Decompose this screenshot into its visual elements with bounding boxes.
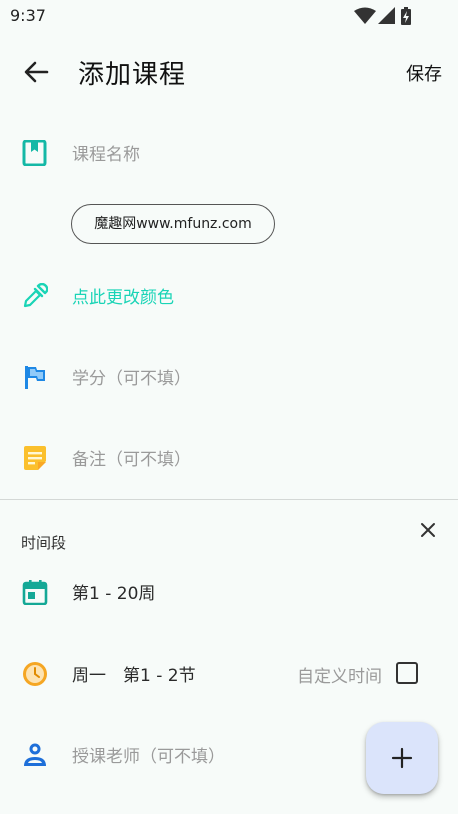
add-time-button[interactable] bbox=[366, 722, 438, 794]
save-button[interactable]: 保存 bbox=[406, 60, 442, 86]
clock-icon bbox=[23, 662, 47, 686]
custom-time-checkbox[interactable] bbox=[396, 662, 418, 684]
credit-placeholder: 学分（可不填） bbox=[72, 369, 191, 389]
eyedropper-icon bbox=[23, 283, 48, 308]
page-title: 添加课程 bbox=[78, 60, 187, 90]
status-time: 9:37 bbox=[10, 6, 46, 25]
note-field[interactable]: 备注（可不填） bbox=[0, 429, 458, 485]
app-bar: 添加课程 保存 bbox=[0, 40, 458, 104]
close-icon bbox=[421, 523, 435, 537]
wifi-icon bbox=[354, 7, 376, 24]
flag-icon bbox=[25, 366, 45, 389]
time-section-title: 时间段 bbox=[21, 534, 67, 552]
session-row[interactable]: 周一 第1 - 2节 bbox=[0, 645, 458, 701]
status-icons bbox=[354, 7, 424, 25]
calendar-icon bbox=[22, 580, 48, 605]
course-name-field[interactable]: 课程名称 bbox=[0, 124, 458, 180]
book-icon bbox=[22, 140, 47, 166]
arrow-back-icon bbox=[24, 61, 49, 83]
color-picker-label: 点此更改颜色 bbox=[72, 288, 174, 308]
weeks-label: 第1 - 20周 bbox=[72, 584, 156, 604]
sticky-note-icon bbox=[24, 446, 46, 470]
status-bar: 9:37 bbox=[0, 0, 458, 32]
back-button[interactable] bbox=[18, 54, 54, 90]
close-button[interactable] bbox=[418, 520, 438, 540]
note-placeholder: 备注（可不填） bbox=[72, 450, 191, 470]
weeks-row[interactable]: 第1 - 20周 bbox=[0, 563, 458, 619]
watermark-chip: 魔趣网www.mfunz.com bbox=[71, 204, 275, 244]
person-icon bbox=[24, 743, 46, 766]
cell-signal-icon bbox=[378, 7, 395, 24]
session-label: 周一 第1 - 2节 bbox=[72, 666, 196, 686]
battery-charging-icon bbox=[401, 7, 411, 25]
color-picker-row[interactable]: 点此更改颜色 bbox=[0, 267, 458, 323]
credit-field[interactable]: 学分（可不填） bbox=[0, 348, 458, 404]
plus-icon bbox=[391, 747, 413, 769]
course-name-placeholder: 课程名称 bbox=[72, 145, 140, 165]
custom-time-label: 自定义时间 bbox=[297, 667, 382, 687]
section-divider bbox=[0, 499, 458, 500]
teacher-placeholder: 授课老师（可不填） bbox=[72, 747, 225, 767]
